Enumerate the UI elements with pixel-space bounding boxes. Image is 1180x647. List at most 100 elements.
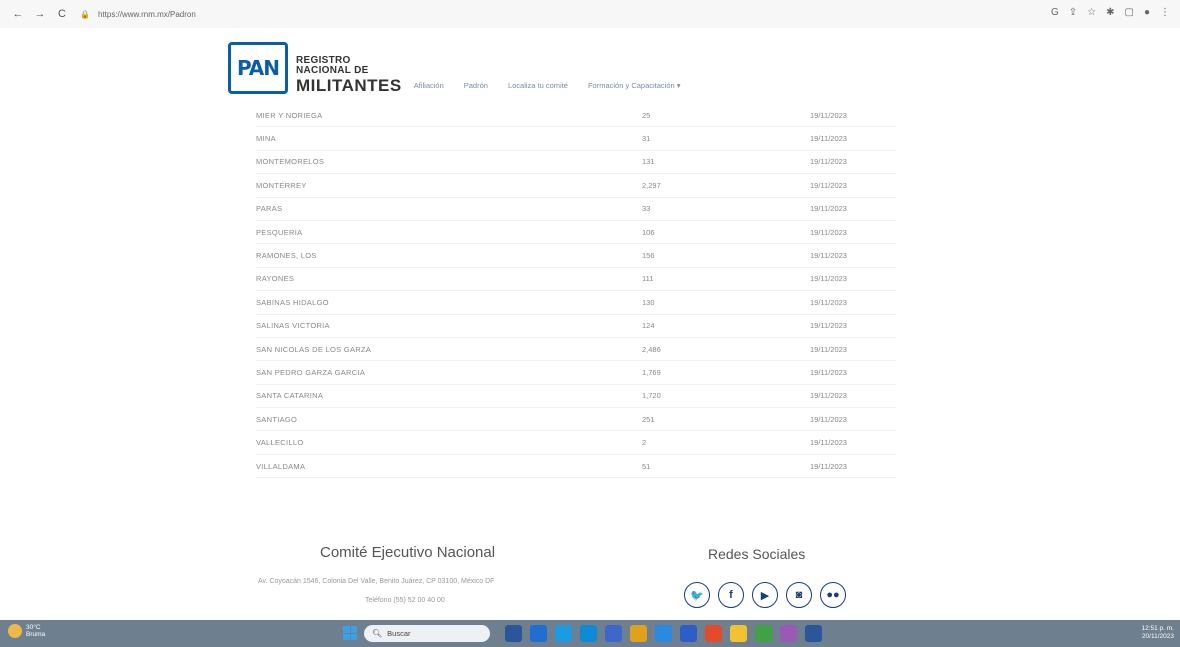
site-brand: REGISTRO NACIONAL DE MILITANTES: [296, 56, 402, 95]
windows-taskbar: 30°C Bruma 🔍︎ Buscar 12:51 p. m. 20/11/2…: [0, 620, 1180, 647]
instagram-icon[interactable]: ◙: [786, 582, 812, 608]
weather-widget[interactable]: 30°C Bruma: [8, 624, 46, 639]
extensions-icon[interactable]: ✱: [1106, 7, 1114, 18]
back-icon[interactable]: ←: [10, 8, 26, 20]
table-row: SAN NICOLAS DE LOS GARZA 2,486 19/11/2023: [256, 338, 896, 362]
municipio-cell: SAN NICOLAS DE LOS GARZA: [256, 344, 372, 354]
fecha-corte-cell: 19/11/2023: [810, 204, 847, 214]
weather-desc: Bruma: [26, 631, 46, 639]
taskbar-search-label: Buscar: [387, 629, 411, 638]
nav-formacion[interactable]: Formación y Capacitación ▾: [588, 81, 681, 90]
windows-start-icon[interactable]: [343, 626, 357, 640]
menu-kebab-icon[interactable]: ⋮: [1160, 7, 1170, 18]
taskbar-app-icon[interactable]: [755, 625, 772, 642]
lock-icon: 🔒: [80, 9, 90, 19]
municipio-cell: MONTERREY: [256, 180, 307, 190]
taskbar-apps: [505, 625, 822, 642]
militantes-count-cell: 111: [642, 274, 654, 284]
pan-logo-text: PAN: [236, 56, 280, 80]
taskbar-app-icon[interactable]: [680, 625, 697, 642]
militantes-count-cell: 131: [642, 157, 655, 167]
fecha-corte-cell: 19/11/2023: [810, 321, 847, 331]
nav-padron[interactable]: Padrón: [464, 81, 488, 90]
municipio-cell: PESQUERIA: [256, 227, 303, 237]
flickr-icon[interactable]: ●●: [820, 582, 846, 608]
youtube-icon[interactable]: ▶: [752, 582, 778, 608]
militantes-count-cell: 2,297: [642, 180, 661, 190]
nav-localiza-comite[interactable]: Localiza tu comité: [508, 81, 568, 90]
system-clock[interactable]: 12:51 p. m. 20/11/2023: [1141, 625, 1174, 642]
table-row: MINA 31 19/11/2023: [256, 127, 896, 151]
municipio-cell: VALLECILLO: [256, 438, 304, 448]
municipio-cell: SALINAS VICTORIA: [256, 321, 330, 331]
brand-line-2: NACIONAL DE: [296, 65, 369, 76]
municipio-cell: VILLALDAMA: [256, 461, 306, 471]
fecha-corte-cell: 19/11/2023: [810, 180, 847, 190]
fecha-corte-cell: 19/11/2023: [810, 134, 847, 144]
browser-toolbar: ← → C 🔒 https://www.rnm.mx/Padron G ⇪ ☆ …: [0, 0, 1180, 28]
taskbar-app-icon[interactable]: [605, 625, 622, 642]
fecha-corte-cell: 19/11/2023: [810, 367, 847, 377]
taskbar-app-icon[interactable]: [630, 625, 647, 642]
fecha-corte-cell: 19/11/2023: [810, 110, 847, 120]
table-row: MONTEMORELOS 131 19/11/2023: [256, 151, 896, 175]
municipio-cell: SABINAS HIDALGO: [256, 297, 329, 307]
search-icon: 🔍︎: [372, 629, 383, 638]
reload-icon[interactable]: C: [54, 8, 70, 20]
militantes-count-cell: 106: [642, 227, 655, 237]
nav-afiliacion[interactable]: Afiliación: [414, 81, 444, 90]
table-row: SABINAS HIDALGO 130 19/11/2023: [256, 291, 896, 315]
profile-avatar[interactable]: ●: [1144, 7, 1150, 18]
taskbar-app-icon[interactable]: [705, 625, 722, 642]
taskbar-app-icon[interactable]: [530, 625, 547, 642]
google-icon[interactable]: G: [1051, 7, 1059, 18]
municipio-cell: RAYONES: [256, 274, 295, 284]
municipio-cell: MIER Y NORIEGA: [256, 110, 323, 120]
weather-icon: [8, 624, 22, 639]
browser-actions: G ⇪ ☆ ✱ ▢ ● ⋮: [1051, 7, 1170, 18]
fecha-corte-cell: 19/11/2023: [810, 227, 847, 237]
militantes-count-cell: 33: [642, 204, 651, 214]
taskbar-app-icon[interactable]: [805, 625, 822, 642]
facebook-icon[interactable]: f: [718, 582, 744, 608]
fecha-corte-cell: 19/11/2023: [810, 414, 847, 424]
fecha-corte-cell: 19/11/2023: [810, 251, 847, 261]
site-header: PAN REGISTRO NACIONAL DE MILITANTES Afil…: [228, 32, 948, 94]
fecha-corte-cell: 19/11/2023: [810, 157, 847, 167]
share-icon[interactable]: ⇪: [1069, 7, 1077, 18]
table-row: MONTERREY 2,297 19/11/2023: [256, 174, 896, 198]
clock-time: 12:51 p. m.: [1141, 625, 1174, 632]
fecha-corte-cell: 19/11/2023: [810, 438, 847, 448]
bookmark-star-icon[interactable]: ☆: [1087, 7, 1096, 18]
municipio-cell: MINA: [256, 134, 276, 144]
militantes-count-cell: 51: [642, 461, 651, 471]
clock-date: 20/11/2023: [1141, 633, 1174, 641]
taskbar-app-icon[interactable]: [730, 625, 747, 642]
url-bar[interactable]: https://www.rnm.mx/Padron: [98, 10, 196, 19]
taskbar-app-icon[interactable]: [655, 625, 672, 642]
table-row: MIER Y NORIEGA 25 19/11/2023: [256, 104, 896, 128]
table-row: SAN PEDRO GARZA GARCIA 1,769 19/11/2023: [256, 361, 896, 385]
padron-table: MIER Y NORIEGA 25 19/11/2023 MINA 31 19/11/20…: [256, 104, 896, 479]
militantes-count-cell: 31: [642, 134, 651, 144]
municipio-cell: SAN PEDRO GARZA GARCIA: [256, 367, 366, 377]
pan-logo[interactable]: PAN: [228, 42, 288, 94]
footer-social-title: Redes Sociales: [708, 546, 806, 562]
taskbar-app-icon[interactable]: [780, 625, 797, 642]
sidepanel-icon[interactable]: ▢: [1125, 7, 1134, 18]
municipio-cell: SANTIAGO: [256, 414, 298, 424]
militantes-count-cell: 1,720: [642, 391, 661, 401]
municipio-cell: PARAS: [256, 204, 283, 214]
fecha-corte-cell: 19/11/2023: [810, 344, 847, 354]
militantes-count-cell: 2,486: [642, 344, 661, 354]
taskbar-app-icon[interactable]: [555, 625, 572, 642]
forward-icon[interactable]: →: [32, 8, 48, 20]
municipio-cell: RAMONES, LOS: [256, 251, 317, 261]
fecha-corte-cell: 19/11/2023: [810, 461, 847, 471]
twitter-icon[interactable]: 🐦: [684, 582, 710, 608]
taskbar-search[interactable]: 🔍︎ Buscar: [364, 625, 490, 642]
militantes-count-cell: 251: [642, 414, 655, 424]
main-nav: Afiliación Padrón Localiza tu comité For…: [414, 81, 681, 90]
taskbar-app-icon[interactable]: [505, 625, 522, 642]
taskbar-app-icon[interactable]: [580, 625, 597, 642]
